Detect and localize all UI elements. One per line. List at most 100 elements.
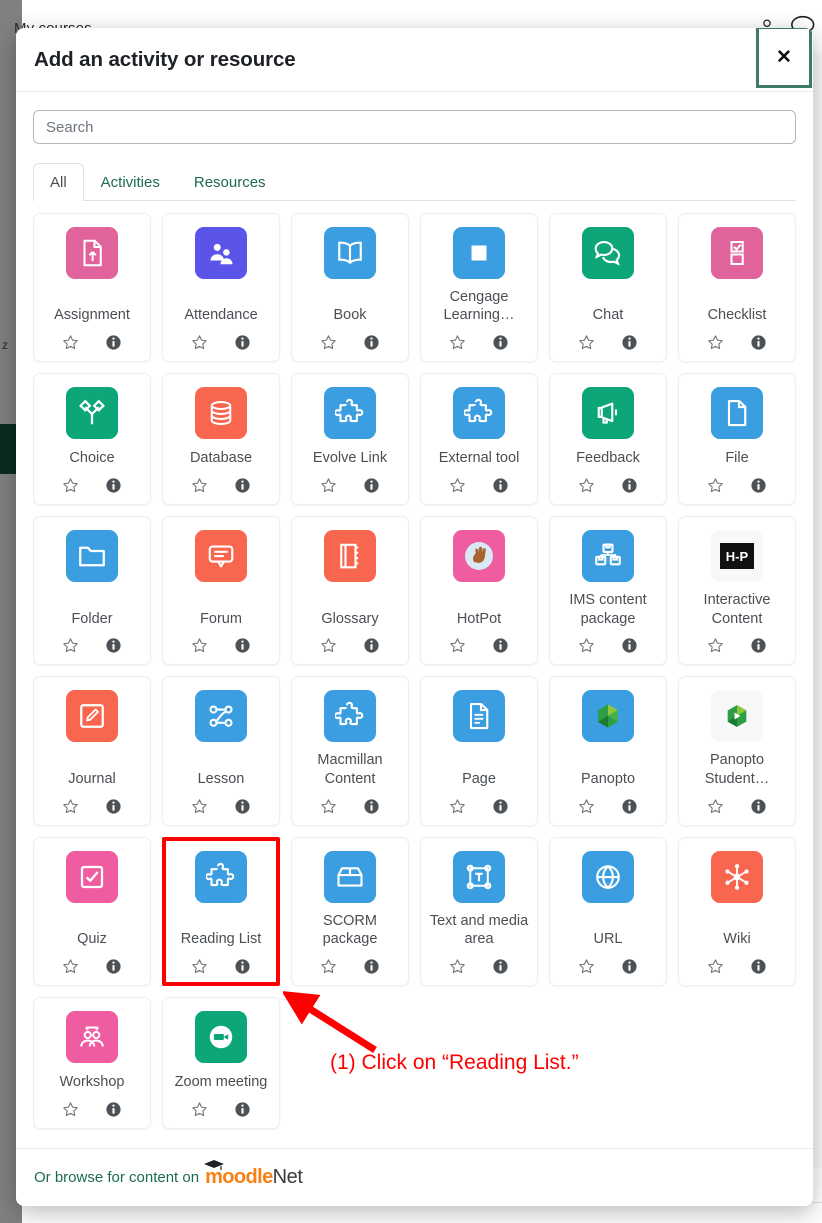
star-outline-icon[interactable] [707, 637, 724, 654]
activity-grid-scroll[interactable]: Assignment Attendance Book Cengage Learning… [33, 201, 796, 1149]
info-circle-icon[interactable] [750, 798, 767, 815]
activity-card-page[interactable]: Page [420, 676, 538, 826]
activity-card-checklist[interactable]: Checklist [678, 212, 796, 362]
star-outline-icon[interactable] [320, 477, 337, 494]
activity-card-panopto-student[interactable]: Panopto Student… [678, 676, 796, 826]
star-outline-icon[interactable] [320, 334, 337, 351]
star-outline-icon[interactable] [191, 958, 208, 975]
activity-card-folder[interactable]: Folder [33, 515, 151, 666]
activity-card-glossary[interactable]: Glossary [291, 515, 409, 666]
info-circle-icon[interactable] [750, 477, 767, 494]
moodlenet-logo[interactable]: moodle Net [204, 1160, 303, 1189]
activity-card-hotpot[interactable]: HotPot [420, 515, 538, 666]
info-circle-icon[interactable] [234, 798, 251, 815]
info-circle-icon[interactable] [621, 477, 638, 494]
info-circle-icon[interactable] [363, 477, 380, 494]
info-circle-icon[interactable] [105, 798, 122, 815]
tab-activities[interactable]: Activities [84, 163, 177, 201]
info-circle-icon[interactable] [105, 637, 122, 654]
activity-card-journal[interactable]: Journal [33, 676, 151, 826]
info-circle-icon[interactable] [234, 477, 251, 494]
activity-card-text-and-media-area[interactable]: Text and media area [420, 836, 538, 987]
star-outline-icon[interactable] [578, 958, 595, 975]
search-input[interactable] [33, 110, 796, 144]
activity-card-assignment[interactable]: Assignment [33, 212, 151, 362]
tab-all[interactable]: All [33, 163, 84, 201]
star-outline-icon[interactable] [707, 334, 724, 351]
activity-card-panopto[interactable]: Panopto [549, 676, 667, 826]
activity-card-attendance[interactable]: Attendance [162, 212, 280, 362]
activity-card-chat[interactable]: Chat [549, 212, 667, 362]
info-circle-icon[interactable] [621, 798, 638, 815]
activity-card-wiki[interactable]: Wiki [678, 836, 796, 987]
activity-card-feedback[interactable]: Feedback [549, 372, 667, 505]
activity-card-scorm-package[interactable]: SCORM package [291, 836, 409, 987]
info-circle-icon[interactable] [105, 958, 122, 975]
star-outline-icon[interactable] [191, 637, 208, 654]
star-outline-icon[interactable] [449, 958, 466, 975]
info-circle-icon[interactable] [750, 637, 767, 654]
info-circle-icon[interactable] [492, 334, 509, 351]
star-outline-icon[interactable] [191, 798, 208, 815]
star-outline-icon[interactable] [707, 958, 724, 975]
info-circle-icon[interactable] [492, 798, 509, 815]
info-circle-icon[interactable] [105, 1101, 122, 1118]
info-circle-icon[interactable] [750, 958, 767, 975]
info-circle-icon[interactable] [363, 637, 380, 654]
activity-card-workshop[interactable]: Workshop [33, 997, 151, 1130]
info-circle-icon[interactable] [105, 334, 122, 351]
star-outline-icon[interactable] [449, 477, 466, 494]
star-outline-icon[interactable] [62, 1101, 79, 1118]
star-outline-icon[interactable] [62, 477, 79, 494]
activity-card-forum[interactable]: Forum [162, 515, 280, 666]
info-circle-icon[interactable] [234, 334, 251, 351]
info-circle-icon[interactable] [105, 477, 122, 494]
star-outline-icon[interactable] [578, 334, 595, 351]
tab-resources[interactable]: Resources [177, 163, 283, 201]
activity-card-evolve-link[interactable]: Evolve Link [291, 372, 409, 505]
star-outline-icon[interactable] [62, 637, 79, 654]
star-outline-icon[interactable] [62, 334, 79, 351]
info-circle-icon[interactable] [363, 798, 380, 815]
activity-card-file[interactable]: File [678, 372, 796, 505]
star-outline-icon[interactable] [62, 958, 79, 975]
info-circle-icon[interactable] [621, 958, 638, 975]
activity-card-reading-list[interactable]: Reading List [162, 836, 280, 987]
star-outline-icon[interactable] [578, 637, 595, 654]
star-outline-icon[interactable] [707, 477, 724, 494]
activity-card-quiz[interactable]: Quiz [33, 836, 151, 987]
info-circle-icon[interactable] [492, 637, 509, 654]
star-outline-icon[interactable] [191, 477, 208, 494]
star-outline-icon[interactable] [320, 637, 337, 654]
info-circle-icon[interactable] [234, 958, 251, 975]
info-circle-icon[interactable] [621, 637, 638, 654]
activity-card-external-tool[interactable]: External tool [420, 372, 538, 505]
activity-card-ims-content-package[interactable]: IMS content package [549, 515, 667, 666]
info-circle-icon[interactable] [234, 637, 251, 654]
star-outline-icon[interactable] [707, 798, 724, 815]
star-outline-icon[interactable] [191, 1101, 208, 1118]
info-circle-icon[interactable] [492, 958, 509, 975]
activity-card-macmillan-content[interactable]: Macmillan Content [291, 676, 409, 826]
star-outline-icon[interactable] [578, 798, 595, 815]
close-button[interactable]: ✕ [756, 28, 812, 88]
activity-card-database[interactable]: Database [162, 372, 280, 505]
info-circle-icon[interactable] [492, 477, 509, 494]
activity-card-lesson[interactable]: Lesson [162, 676, 280, 826]
star-outline-icon[interactable] [191, 334, 208, 351]
star-outline-icon[interactable] [320, 798, 337, 815]
star-outline-icon[interactable] [449, 334, 466, 351]
activity-card-interactive-content[interactable]: H-P Interactive Content [678, 515, 796, 666]
info-circle-icon[interactable] [234, 1101, 251, 1118]
star-outline-icon[interactable] [449, 798, 466, 815]
info-circle-icon[interactable] [750, 334, 767, 351]
activity-card-book[interactable]: Book [291, 212, 409, 362]
activity-card-choice[interactable]: Choice [33, 372, 151, 505]
star-outline-icon[interactable] [578, 477, 595, 494]
star-outline-icon[interactable] [320, 958, 337, 975]
info-circle-icon[interactable] [363, 958, 380, 975]
activity-card-cengage-learning[interactable]: Cengage Learning… [420, 212, 538, 362]
star-outline-icon[interactable] [62, 798, 79, 815]
info-circle-icon[interactable] [621, 334, 638, 351]
activity-card-zoom-meeting[interactable]: Zoom meeting [162, 997, 280, 1130]
